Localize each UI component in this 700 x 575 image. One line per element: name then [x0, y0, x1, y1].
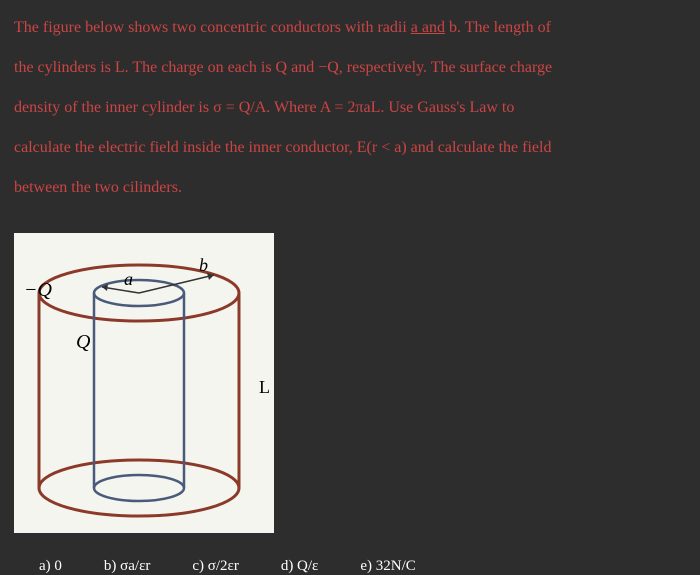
problem-line1-pre: The figure below shows two concentric co… [14, 19, 411, 36]
cylinder-figure: −Q Q a b L [14, 233, 274, 533]
problem-line1-post: b. The length of [445, 19, 551, 36]
problem-line5: between the two cilinders. [14, 179, 182, 196]
figure-container: −Q Q a b L [14, 233, 274, 533]
svg-text:L: L [259, 377, 270, 397]
svg-text:b: b [199, 255, 208, 275]
answer-c: c) σ/2εr [192, 558, 238, 575]
problem-statement: The figure below shows two concentric co… [14, 8, 686, 208]
answer-e: e) 32N/C [360, 558, 415, 575]
answer-options: a) 0 b) σa/εr c) σ/2εr d) Q/ε e) 32N/C [14, 558, 686, 575]
answer-b: b) σa/εr [104, 558, 150, 575]
svg-text:−Q: −Q [24, 279, 52, 301]
answer-a: a) 0 [39, 558, 62, 575]
cylinder-svg: −Q Q a b L [14, 233, 274, 533]
problem-line3: density of the inner cylinder is σ = Q/A… [14, 99, 514, 116]
problem-line2: the cylinders is L. The charge on each i… [14, 59, 552, 76]
problem-line4: calculate the electric field inside the … [14, 139, 551, 156]
problem-line1-underlined: a and [411, 19, 445, 36]
svg-text:a: a [124, 269, 133, 289]
svg-text:Q: Q [76, 331, 91, 353]
answer-d: d) Q/ε [281, 558, 319, 575]
